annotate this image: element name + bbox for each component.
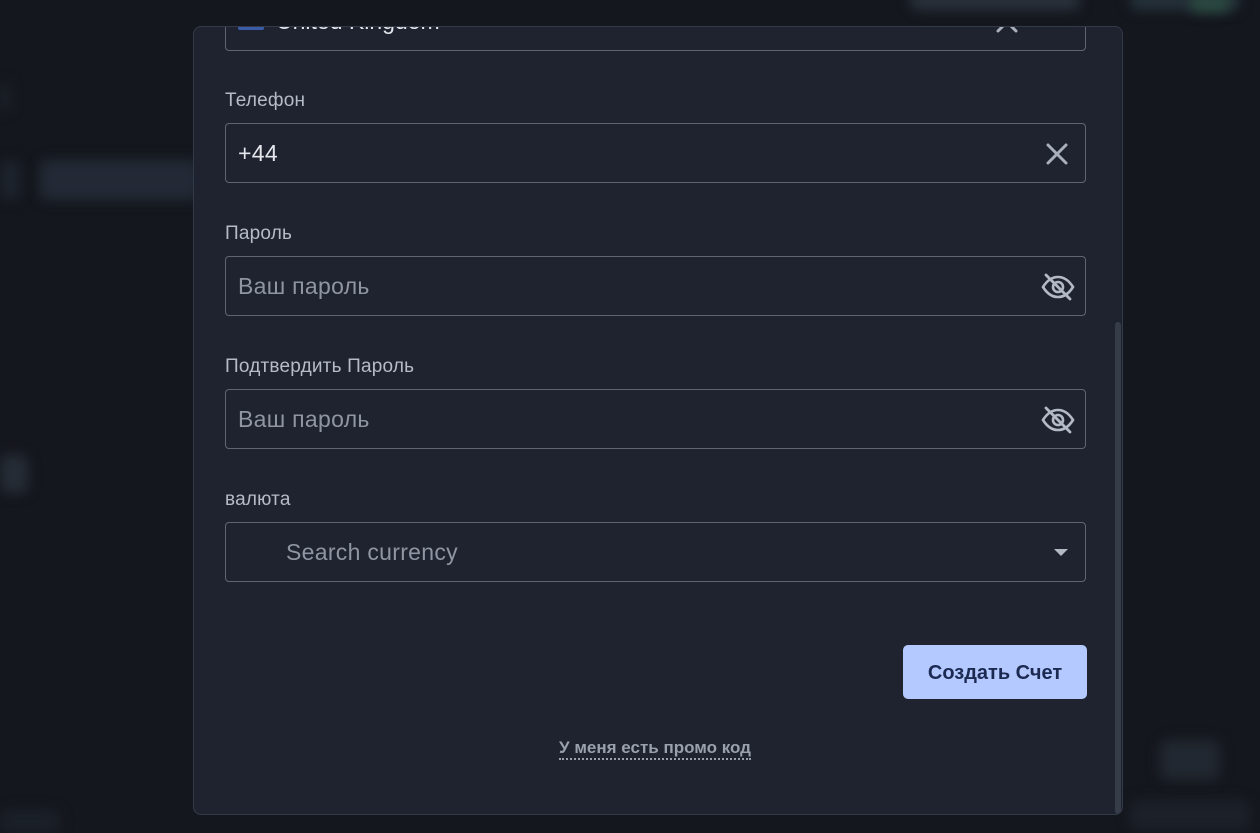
confirm-password-field[interactable]: Ваш пароль [225,389,1086,449]
backdrop-blurred-element [1160,740,1220,780]
phone-value[interactable]: +44 [238,124,278,182]
close-icon[interactable] [991,27,1023,38]
password-placeholder[interactable]: Ваш пароль [238,257,370,315]
backdrop-blurred-element [0,810,60,833]
backdrop-blurred-element [1190,0,1230,12]
promo-code-link[interactable]: У меня есть промо код [559,738,751,760]
backdrop-blurred-element [1130,800,1250,830]
scrollbar[interactable] [1114,27,1122,814]
backdrop-blurred-element [0,82,10,112]
eye-off-icon[interactable] [1041,271,1075,303]
currency-select[interactable]: Search currency [225,522,1086,582]
currency-placeholder[interactable]: Search currency [286,523,458,581]
confirm-password-label: Подтвердить Пароль [225,356,415,377]
backdrop-blurred-element [0,455,28,493]
phone-field[interactable]: +44 [225,123,1086,183]
close-icon[interactable] [1041,138,1073,170]
backdrop-blurred-element [910,0,1080,10]
eye-off-icon[interactable] [1041,404,1075,436]
backdrop-blurred-element [40,160,200,200]
caret-down-icon[interactable] [1051,545,1071,559]
password-label: Пароль [225,223,293,244]
registration-modal: United Kingdom Телефон +44 Пароль Ваш па… [193,26,1123,815]
scrollbar-thumb[interactable] [1115,322,1121,814]
currency-label: валюта [225,489,291,510]
country-select[interactable]: United Kingdom [225,27,1086,51]
password-field[interactable]: Ваш пароль [225,256,1086,316]
country-value: United Kingdom [276,27,440,50]
promo-code-link-container: У меня есть промо код [194,738,1116,760]
flag-icon [238,27,264,30]
create-account-button[interactable]: Создать Счет [903,645,1087,699]
confirm-password-placeholder[interactable]: Ваш пароль [238,390,370,448]
backdrop-blurred-element [0,160,20,200]
phone-label: Телефон [225,90,306,111]
